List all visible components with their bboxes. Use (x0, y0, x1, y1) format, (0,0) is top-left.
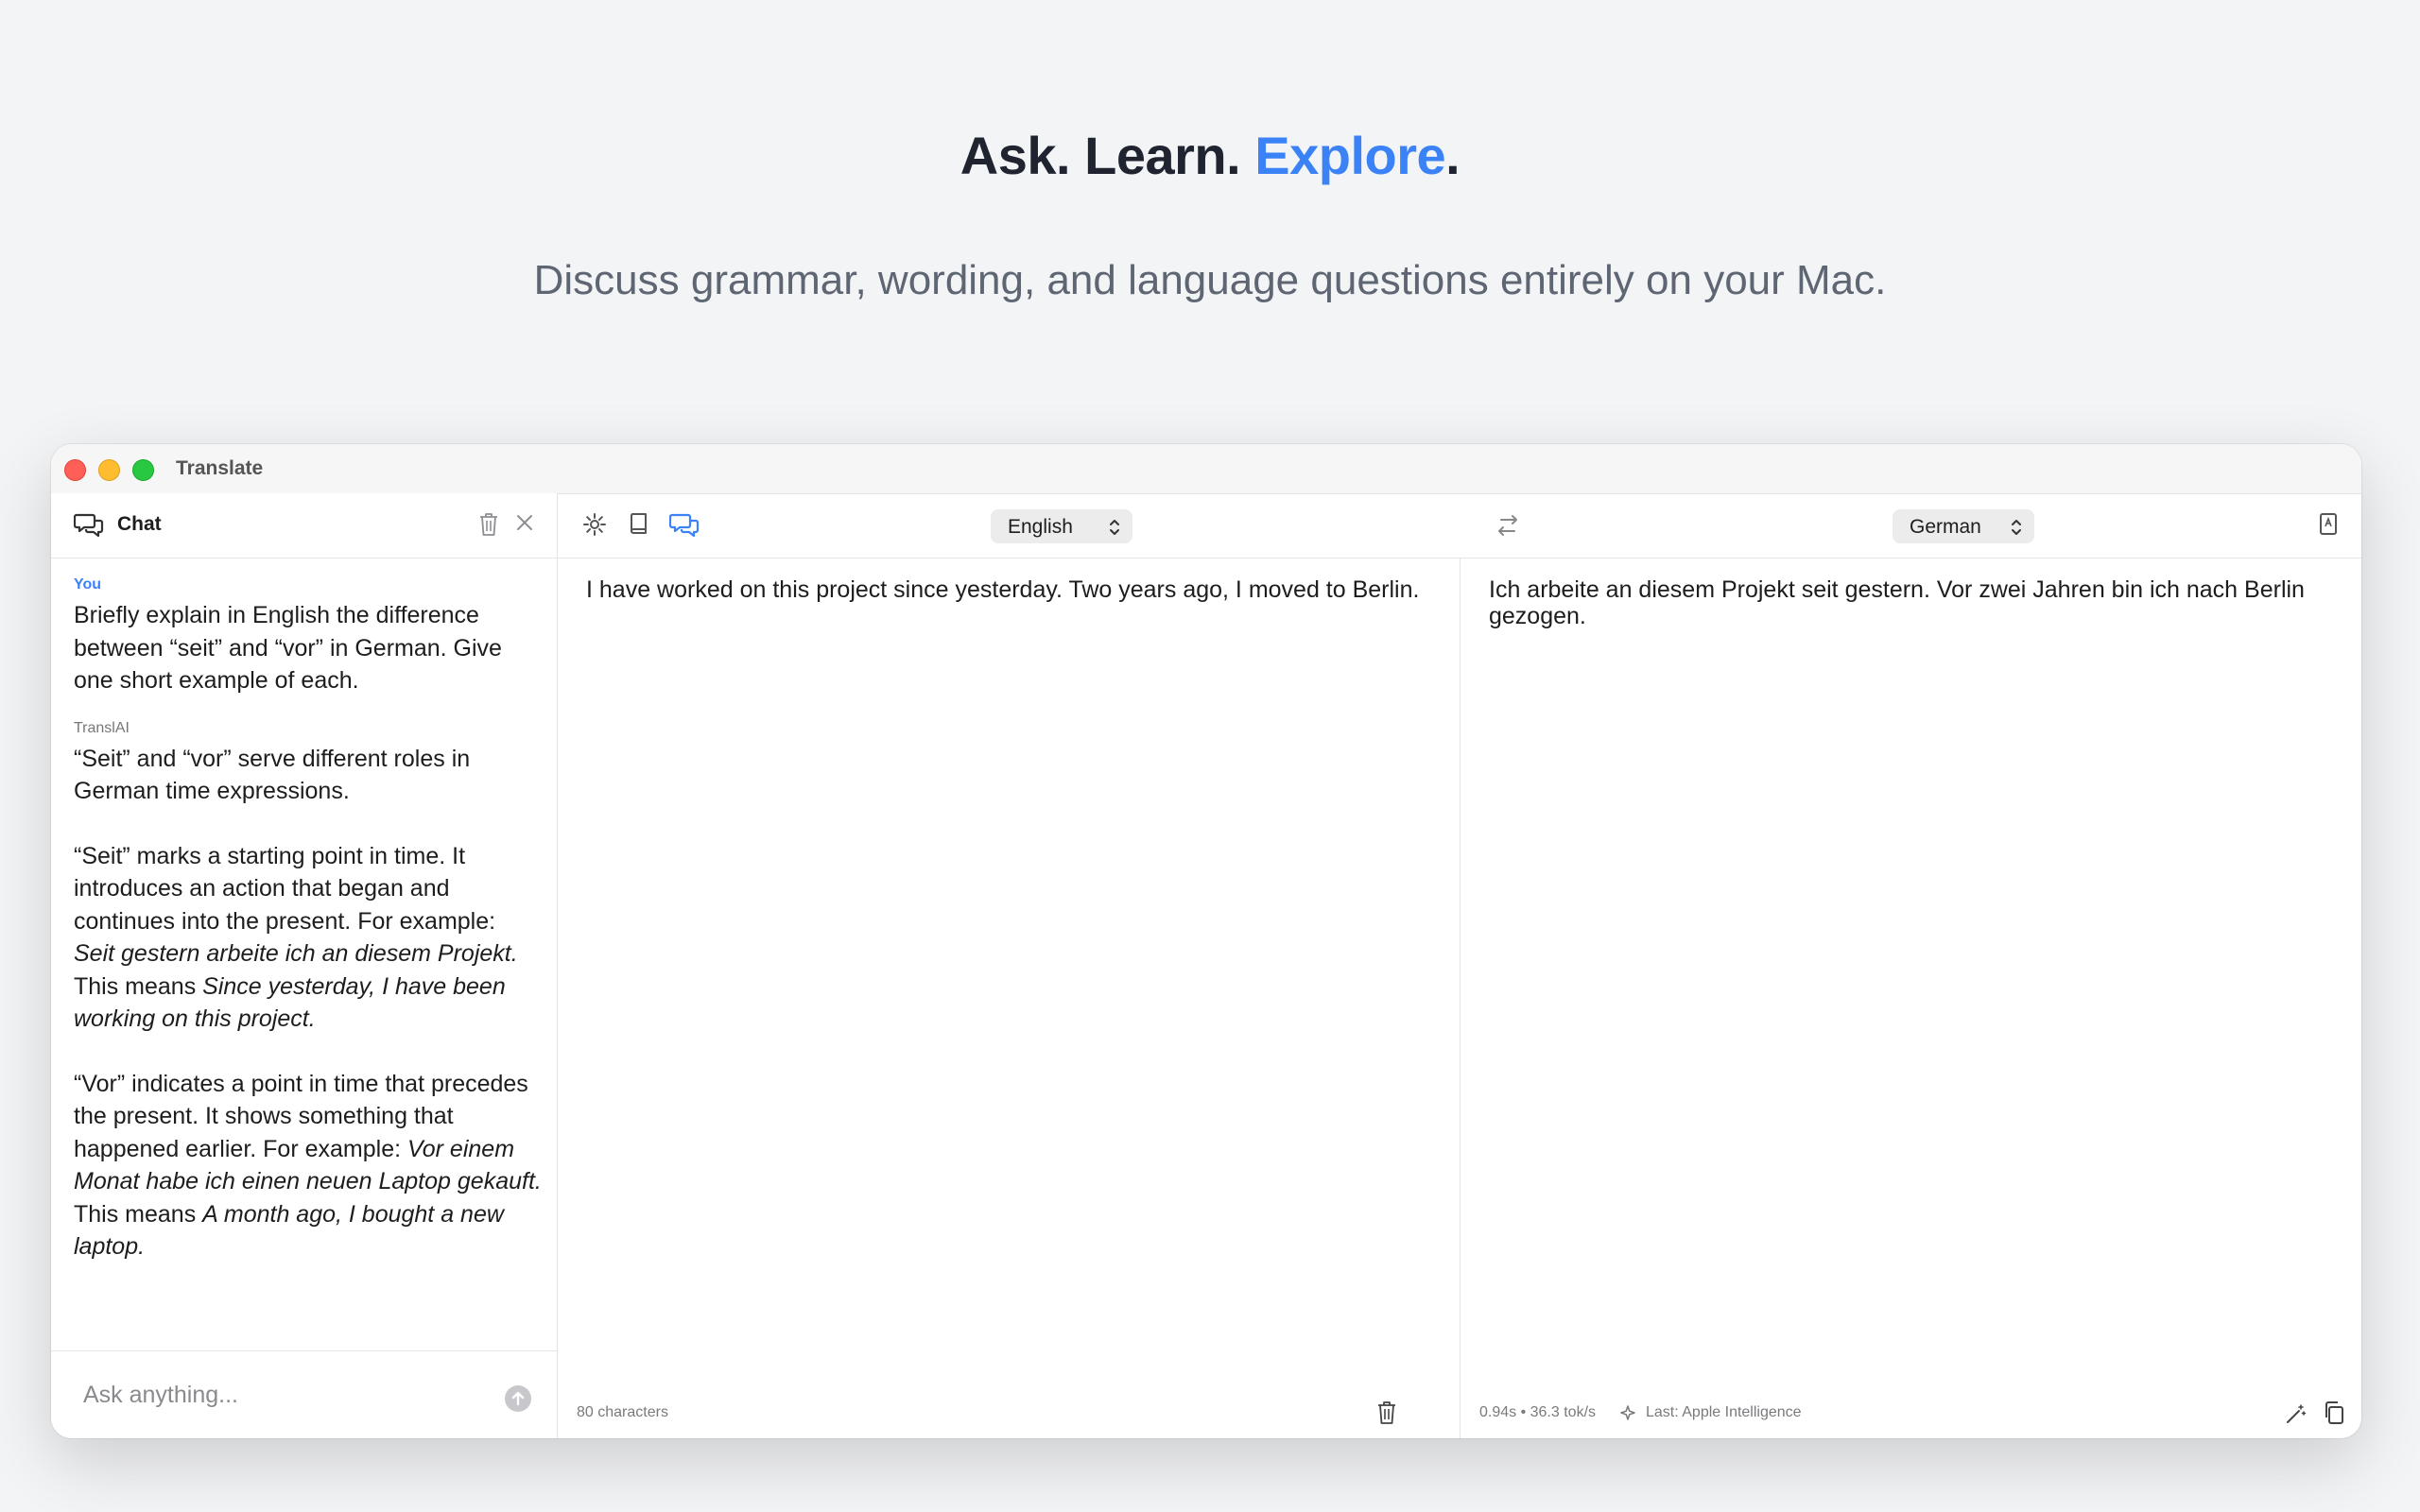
magic-wand-icon[interactable] (2285, 1402, 2308, 1425)
close-icon (517, 515, 532, 530)
user-message: Briefly explain in English the differenc… (74, 602, 502, 694)
chat-toggle-icon[interactable] (669, 512, 700, 539)
sparkle-icon (1619, 1404, 1636, 1423)
translate-window: Translate Chat You Briefly explain in En… (51, 444, 2361, 1438)
last-engine-label: Last: Apple Intelligence (1646, 1404, 1802, 1420)
gear-icon[interactable] (582, 512, 607, 537)
translator-area: English German I have worked on this pro… (558, 493, 2361, 1438)
chat-title: Chat (117, 513, 162, 535)
assistant-paragraph: “Seit” and “vor” serve different roles i… (74, 745, 471, 805)
chat-input[interactable]: Ask anything... (83, 1382, 238, 1409)
toolbar: English German (558, 493, 2361, 558)
target-language-label: German (1910, 516, 1981, 538)
target-pane: Ich arbeite an diesem Projekt seit geste… (1461, 558, 2361, 1438)
hero-title-accent: Explore (1254, 126, 1446, 185)
hero-subtitle: Discuss grammar, wording, and language q… (533, 257, 1887, 303)
chevron-up-down-icon (1108, 518, 1121, 537)
source-pane: I have worked on this project since yest… (558, 558, 1461, 1438)
close-window-button[interactable] (64, 459, 86, 481)
hero-title-main: Ask. Learn. (959, 126, 1255, 185)
source-language-select[interactable]: English (991, 509, 1132, 543)
source-language-label: English (1008, 516, 1073, 538)
target-language-select[interactable]: German (1893, 509, 2034, 543)
chat-sidebar: Chat You Briefly explain in English the … (51, 493, 558, 1438)
chat-messages: You Briefly explain in English the diffe… (74, 576, 542, 1263)
assistant-message: “Seit” and “vor” serve different roles i… (74, 743, 542, 1263)
assistant-paragraph: “Seit” marks a starting point in time. I… (74, 842, 518, 1033)
trash-icon (480, 513, 497, 536)
assistant-paragraph: “Vor” indicates a point in time that pre… (74, 1070, 542, 1261)
target-text: Ich arbeite an diesem Projekt seit geste… (1489, 576, 2305, 629)
assistant-label: TranslAI (74, 719, 130, 736)
character-count: 80 characters (577, 1404, 668, 1420)
hero-title-end: . (1445, 126, 1461, 185)
copy-icon[interactable] (2323, 1400, 2345, 1425)
swap-icon[interactable] (1495, 514, 1520, 537)
hero-title: Ask. Learn. Explore. (0, 125, 2420, 186)
chat-header: Chat (51, 493, 557, 558)
chat-bubbles-icon (74, 512, 104, 539)
chevron-up-down-icon (2010, 518, 2023, 537)
help-icon[interactable] (2360, 512, 2361, 537)
window-title: Translate (176, 457, 264, 479)
clear-chat-button[interactable] (478, 512, 499, 537)
chat-input-bar: Ask anything... (51, 1350, 557, 1438)
close-chat-button[interactable] (514, 512, 535, 533)
trash-icon (1378, 1401, 1395, 1424)
minimize-window-button[interactable] (98, 459, 120, 481)
book-icon[interactable] (628, 512, 650, 537)
dictionary-icon[interactable] (2318, 512, 2339, 537)
clear-source-button[interactable] (1376, 1400, 1397, 1425)
user-label: You (74, 576, 102, 593)
arrow-up-icon (511, 1391, 525, 1406)
title-bar: Translate (51, 444, 2361, 494)
source-text[interactable]: I have worked on this project since yest… (586, 576, 1431, 603)
performance-stats: 0.94s • 36.3 tok/s (1479, 1404, 1597, 1420)
zoom-window-button[interactable] (132, 459, 154, 481)
send-button[interactable] (505, 1385, 531, 1412)
